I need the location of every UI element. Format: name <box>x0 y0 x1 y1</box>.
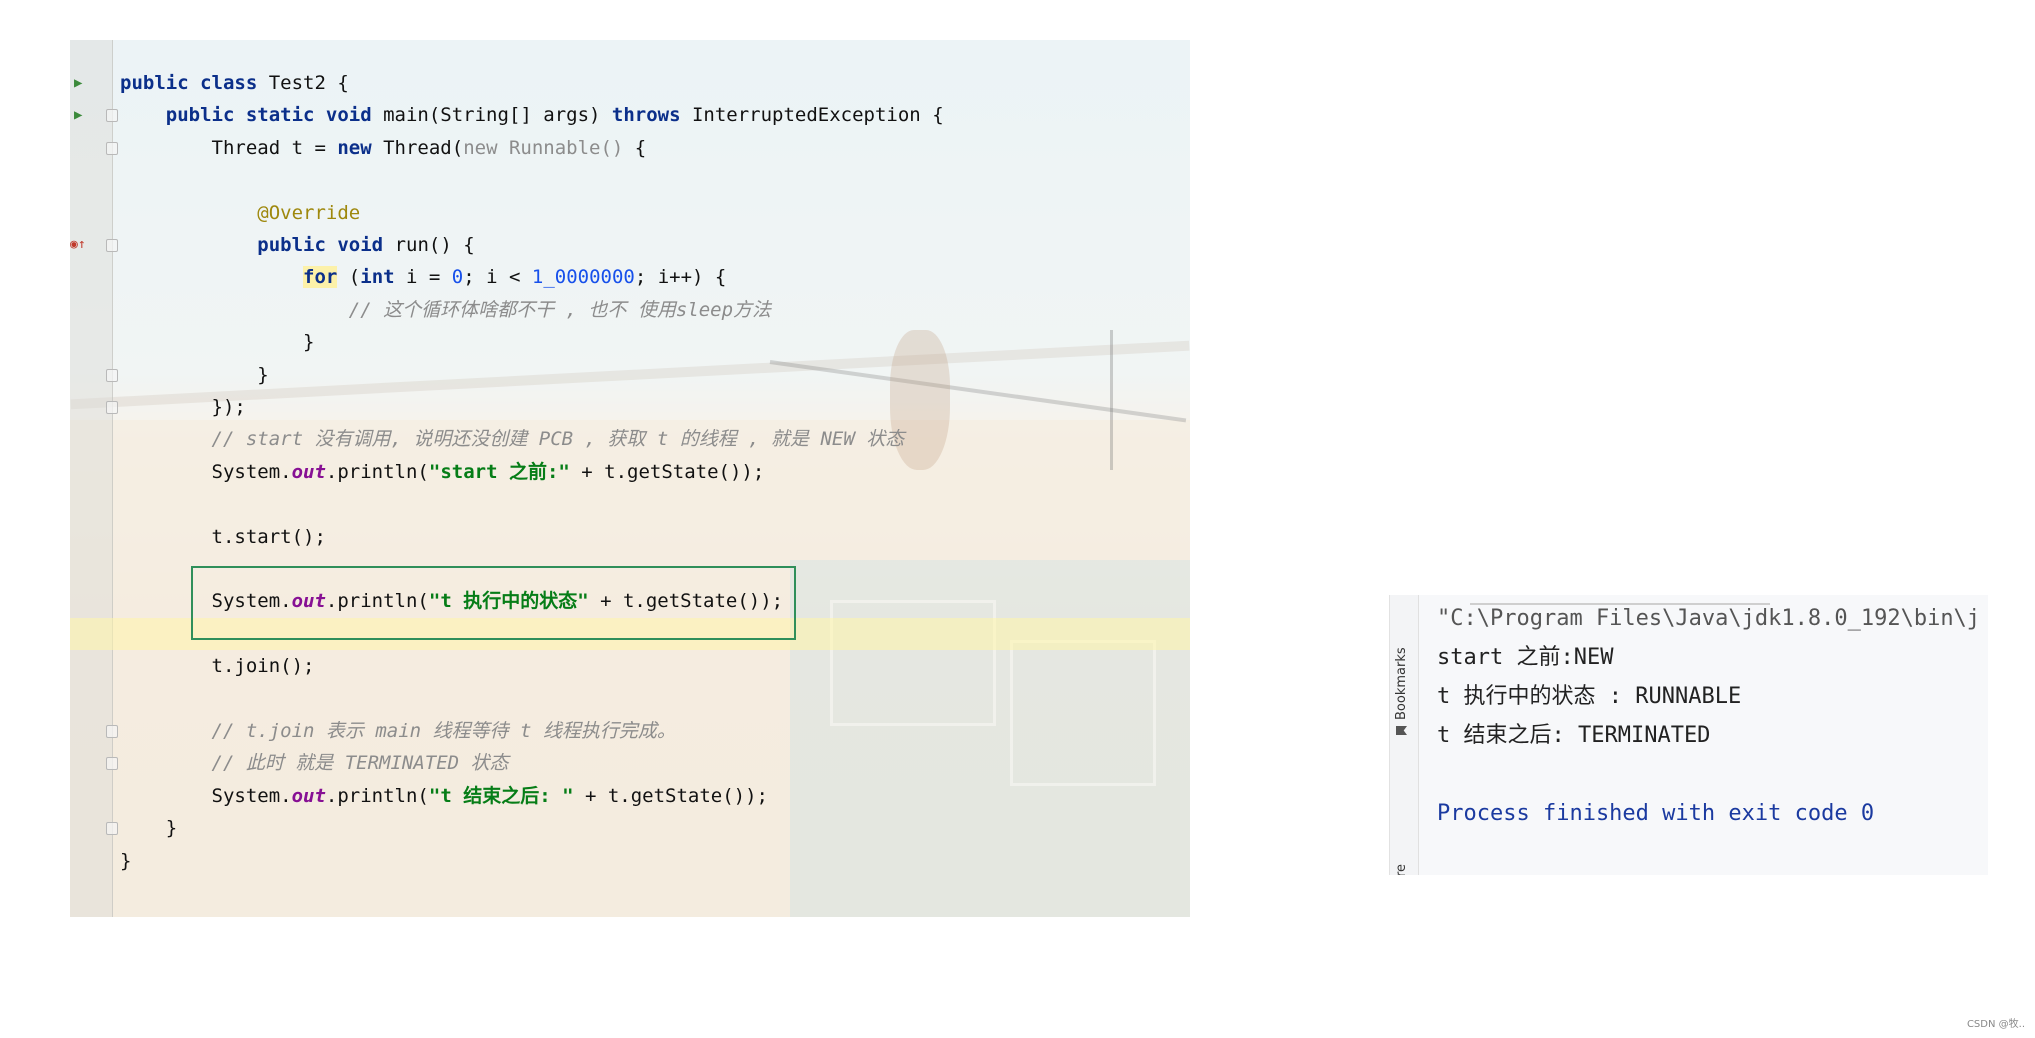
code-text: for (int i = 0; i < 1_0000000; i++) { <box>303 266 727 289</box>
code-line: } <box>70 845 1190 877</box>
code-text: } <box>120 849 132 872</box>
code-text: t.start(); <box>120 525 326 548</box>
console-output-line: t 执行中的状态 : RUNNABLE <box>1437 684 1742 709</box>
code-line: }); <box>70 391 1190 423</box>
code-line: ◉↑ public void run() { <box>70 229 1190 261</box>
bookmarks-tab-label: Bookmarks <box>1394 647 1409 720</box>
code-text: public class Test2 { <box>120 72 349 94</box>
code-line: @Override <box>70 197 1190 229</box>
code-line: } <box>70 359 1190 391</box>
fold-marker-icon[interactable] <box>106 822 118 836</box>
code-line: t.join(); <box>70 650 1190 682</box>
code-line: } <box>70 812 1190 844</box>
code-text: } <box>120 817 178 840</box>
fold-marker-icon[interactable] <box>106 109 118 123</box>
override-gutter-icon[interactable]: ◉↑ <box>70 236 86 254</box>
console-output-line: start 之前:NEW <box>1437 645 1614 670</box>
code-line: } <box>70 326 1190 358</box>
code-text: } <box>120 331 315 354</box>
code-line: // t.join 表示 main 线程等待 t 线程执行完成。 <box>70 715 1190 747</box>
code-text: Thread t = new Thread(new Runnable() { <box>120 136 647 159</box>
code-line: t.start(); <box>70 521 1190 553</box>
code-line: System.out.println("t 结束之后: " + t.getSta… <box>70 780 1190 812</box>
console-exit-line: Process finished with exit code 0 <box>1437 801 1875 826</box>
structure-tab[interactable]: re <box>1394 864 1409 875</box>
run-gutter-icon[interactable]: ▶ <box>74 106 82 124</box>
code-editor[interactable]: ▶ public class Test2 { ▶ public static voi… <box>70 40 1190 917</box>
bookmarks-tab[interactable]: Bookmarks <box>1394 647 1409 735</box>
fold-marker-icon[interactable] <box>106 757 118 771</box>
fold-marker-icon[interactable] <box>106 401 118 414</box>
bookmark-icon <box>1396 726 1407 735</box>
code-text: System.out.println("t 结束之后: " + t.getSta… <box>120 784 768 807</box>
fold-marker-icon[interactable] <box>106 368 118 382</box>
run-console: Bookmarks re "C:\Program Files\Java\jdk1… <box>1389 595 1988 875</box>
code-text: t.join(); <box>120 655 315 678</box>
code-text: // 这个循环体啥都不干 , 也不 使用sleep方法 <box>348 298 772 321</box>
code-line: // 这个循环体啥都不干 , 也不 使用sleep方法 <box>70 294 1190 326</box>
code-line: for (int i = 0; i < 1_0000000; i++) { <box>70 261 1190 293</box>
run-gutter-icon[interactable]: ▶ <box>74 74 82 92</box>
console-command-line: "C:\Program Files\Java\jdk1.8.0_192\bin\… <box>1437 606 1981 631</box>
code-text: public void run() { <box>257 234 475 256</box>
code-line: ▶ public static void main(String[] args)… <box>70 99 1190 131</box>
console-output-line: t 结束之后: TERMINATED <box>1437 723 1711 748</box>
code-line: Thread t = new Thread(new Runnable() { <box>70 132 1190 164</box>
code-text: // 此时 就是 TERMINATED 状态 <box>211 752 509 775</box>
code-text: // start 没有调用, 说明还没创建 PCB , 获取 t 的线程 , 就… <box>211 428 905 451</box>
code-text: System.out.println("start 之前:" + t.getSt… <box>120 460 765 483</box>
fold-marker-icon[interactable] <box>106 141 118 155</box>
code-lines: ▶ public class Test2 { ▶ public static voi… <box>70 40 1190 917</box>
tool-window-strip: Bookmarks re <box>1390 595 1419 875</box>
code-line: System.out.println("start 之前:" + t.getSt… <box>70 456 1190 488</box>
code-text: }); <box>120 396 246 418</box>
code-line: ▶ public class Test2 { <box>70 67 1190 99</box>
selection-highlight-box <box>191 566 796 640</box>
code-text: // t.join 表示 main 线程等待 t 线程执行完成。 <box>211 720 676 742</box>
code-text: @Override <box>257 201 361 224</box>
code-line: // start 没有调用, 说明还没创建 PCB , 获取 t 的线程 , 就… <box>70 423 1190 455</box>
fold-marker-icon[interactable] <box>106 725 118 738</box>
code-line: // 此时 就是 TERMINATED 状态 <box>70 747 1190 779</box>
code-text: } <box>120 363 269 386</box>
fold-marker-icon[interactable] <box>106 239 118 252</box>
code-text: public static void main(String[] args) t… <box>165 104 944 127</box>
structure-tab-label: re <box>1394 863 1409 875</box>
watermark: CSDN @牧.. <box>1966 1019 2025 1030</box>
